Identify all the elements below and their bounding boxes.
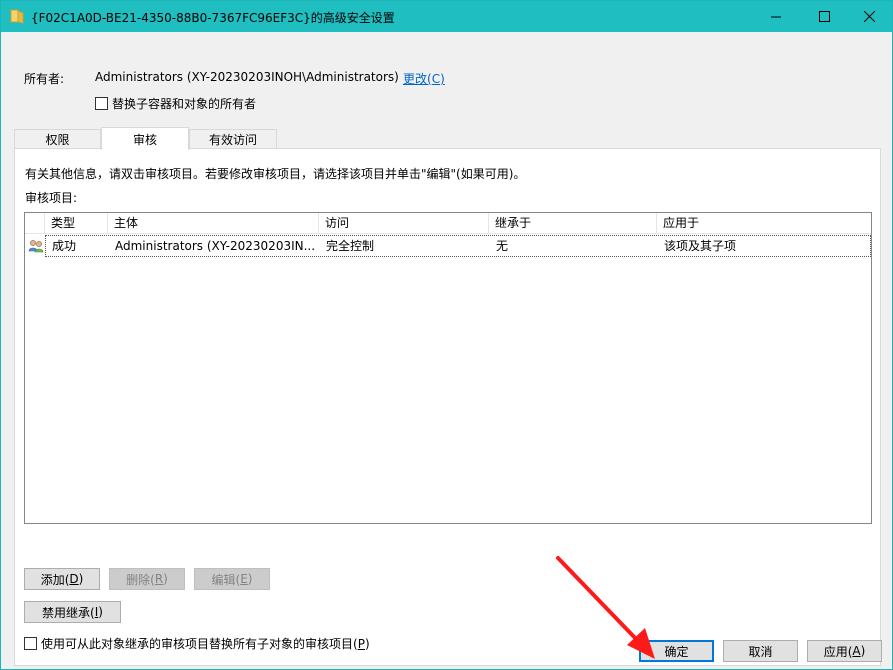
tab-effective-access-label: 有效访问 <box>208 133 257 147</box>
tab-auditing[interactable]: 审核 <box>101 127 189 150</box>
column-access[interactable]: 访问 <box>319 213 489 234</box>
change-owner-link-prefix: 更改( <box>403 72 432 86</box>
dialog-content: 所有者: Administrators (XY-20230203INOH\Adm… <box>2 32 891 669</box>
remove-button-label: 删除( <box>126 572 155 587</box>
users-icon <box>28 238 44 254</box>
add-button-key: D <box>69 572 79 586</box>
replace-owner-checkbox[interactable] <box>95 97 108 110</box>
edit-button-label: 编辑( <box>211 572 241 587</box>
column-type[interactable]: 类型 <box>45 213 108 234</box>
replace-owner-checkbox-label: 替换子容器和对象的所有者 <box>112 97 257 111</box>
audit-tab-panel: 有关其他信息，请双击审核项目。若要修改审核项目，请选择该项目并单击"编辑"(如果… <box>14 148 881 666</box>
add-button-suffix: ) <box>78 572 84 586</box>
title-bar[interactable]: {F02C1A0D-BE21-4350-88B0-7367FC96EF3C}的高… <box>1 1 892 32</box>
cancel-button[interactable]: 取消 <box>723 640 798 662</box>
row-inherited-from: 无 <box>496 239 509 253</box>
tab-permissions[interactable]: 权限 <box>14 129 101 149</box>
close-icon <box>863 11 875 22</box>
ok-button[interactable]: 确定 <box>639 640 714 662</box>
add-button-label: 添加( <box>40 572 70 587</box>
owner-label: 所有者: <box>24 72 65 86</box>
disable-inheritance-label: 禁用继承( <box>42 605 95 620</box>
tab-auditing-label: 审核 <box>132 132 157 147</box>
apply-button-label: 应用( <box>823 644 853 659</box>
minimize-icon <box>771 12 781 22</box>
ok-button-label: 确定 <box>664 644 689 659</box>
replace-child-entries-suffix: ) <box>364 636 370 651</box>
cancel-button-label: 取消 <box>748 644 773 659</box>
maximize-button[interactable] <box>801 1 847 32</box>
row-type: 成功 <box>52 239 77 253</box>
edit-button-suffix: ) <box>247 572 253 586</box>
replace-child-entries-key: P <box>357 636 365 651</box>
table-row[interactable]: 成功 Administrators (XY-20230203IN... 完全控制… <box>45 235 871 257</box>
replace-child-entries-label: 使用可从此对象继承的审核项目替换所有子对象的审核项目( <box>41 637 358 651</box>
remove-button: 删除(R) <box>109 568 185 590</box>
change-owner-link-key: C <box>431 72 441 86</box>
edit-button: 编辑(E) <box>194 568 270 590</box>
owner-value: Administrators (XY-20230203INOH\Administ… <box>95 70 399 84</box>
advanced-security-settings-window: {F02C1A0D-BE21-4350-88B0-7367FC96EF3C}的高… <box>0 0 893 670</box>
maximize-icon <box>818 11 830 22</box>
change-owner-link[interactable]: 更改(C) <box>403 70 445 87</box>
tab-permissions-label: 权限 <box>45 133 70 147</box>
replace-owner-checkbox-row[interactable]: 替换子容器和对象的所有者 <box>95 95 256 112</box>
remove-button-key: R <box>154 572 164 586</box>
apply-button[interactable]: 应用(A) <box>807 640 882 662</box>
audit-list-header: 类型 主体 访问 继承于 应用于 <box>25 213 871 234</box>
replace-child-entries-row[interactable]: 使用可从此对象继承的审核项目替换所有子对象的审核项目(P) <box>24 635 370 652</box>
folder-icon <box>10 8 24 24</box>
audit-entries-list[interactable]: 类型 主体 访问 继承于 应用于 成功 Administrators (XY-2… <box>24 212 872 524</box>
edit-button-key: E <box>240 572 248 586</box>
window-title: {F02C1A0D-BE21-4350-88B0-7367FC96EF3C}的高… <box>31 11 395 25</box>
column-inherited-from[interactable]: 继承于 <box>489 213 657 234</box>
row-applies-to: 该项及其子项 <box>664 239 737 253</box>
minimize-button[interactable] <box>753 1 799 32</box>
row-principal: Administrators (XY-20230203IN... <box>115 239 316 253</box>
add-button[interactable]: 添加(D) <box>24 568 100 590</box>
change-owner-link-suffix: ) <box>440 72 445 86</box>
column-icon <box>25 213 45 234</box>
disable-inheritance-button[interactable]: 禁用继承(I) <box>24 601 121 623</box>
column-applies-to[interactable]: 应用于 <box>657 213 871 234</box>
disable-inheritance-suffix: ) <box>98 605 103 619</box>
audit-info-text: 有关其他信息，请双击审核项目。若要修改审核项目，请选择该项目并单击"编辑"(如果… <box>25 167 526 181</box>
tab-effective-access[interactable]: 有效访问 <box>189 129 277 149</box>
row-access: 完全控制 <box>326 239 375 253</box>
audit-entries-label: 审核项目: <box>25 191 78 205</box>
remove-button-suffix: ) <box>163 572 168 586</box>
replace-child-entries-checkbox[interactable] <box>24 637 37 650</box>
column-principal[interactable]: 主体 <box>108 213 319 234</box>
apply-button-key: A <box>852 644 861 658</box>
apply-button-suffix: ) <box>860 644 866 658</box>
close-button[interactable] <box>846 1 892 32</box>
